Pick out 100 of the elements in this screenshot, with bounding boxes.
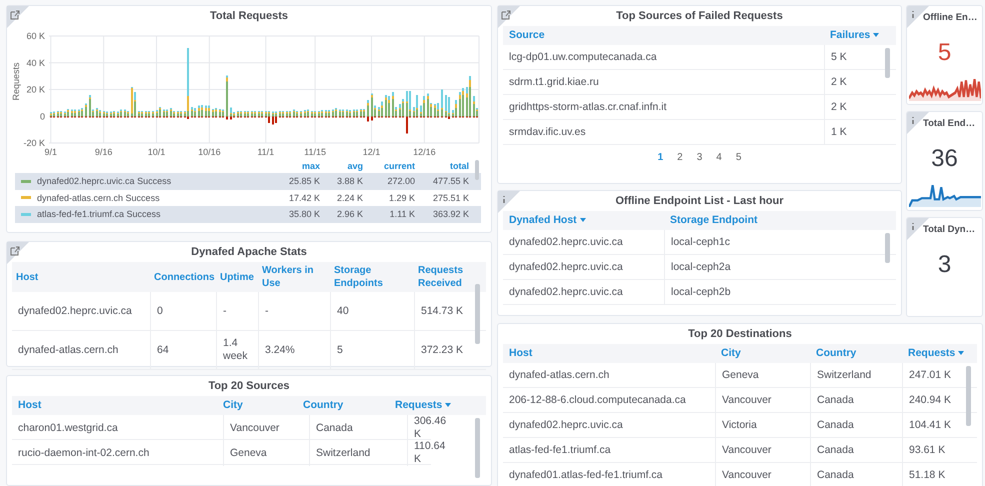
table-cell: 1.4 week: [216, 331, 258, 369]
column-header[interactable]: City: [715, 345, 810, 362]
column-header[interactable]: Source: [503, 27, 824, 44]
axis-tick-label: 10/16: [198, 147, 221, 157]
page-link[interactable]: 5: [732, 151, 746, 164]
sort-caret-icon: [873, 33, 880, 38]
table-cell: local-ceph2b: [664, 280, 882, 304]
stat-value: 36: [931, 145, 958, 173]
table-cell: 104.41 K: [902, 413, 963, 437]
table-cell: Vancouver: [715, 463, 810, 486]
table-cell: Canada: [309, 415, 401, 441]
page-link[interactable]: 1: [654, 151, 668, 164]
external-link-icon[interactable]: [7, 6, 29, 28]
table-cell-text: dynafed01.atlas-fed-fe1.triumf.ca: [508, 468, 664, 482]
table-cell: 64: [150, 331, 216, 369]
column-header[interactable]: Host: [12, 268, 150, 286]
table-cell: Vancouver: [715, 388, 810, 412]
table-cell: -: [216, 292, 258, 330]
scrollbar-thumb[interactable]: [475, 418, 480, 478]
table-cell-text: dynafed02.heprc.uvic.ca: [17, 304, 133, 318]
table-cell-text: rucio-daemon-int-02.cern.ch: [17, 446, 150, 460]
column-header[interactable]: Host: [503, 345, 715, 362]
column-header[interactable]: Country: [297, 397, 389, 414]
table-cell: Canada: [810, 463, 902, 486]
table-cell: 110.64 K: [407, 440, 446, 466]
legend-value: 3.88 K: [336, 176, 363, 186]
scrollbar-thumb[interactable]: [475, 284, 480, 344]
scrollbar-thumb[interactable]: [885, 233, 890, 263]
table-cell-text: dynafed-atlas.cern.ch: [508, 368, 610, 382]
page-link[interactable]: 2: [673, 151, 687, 164]
table-cell: Vancouver: [715, 438, 810, 462]
external-link-icon[interactable]: [7, 242, 29, 264]
table-cell: Vancouver: [223, 415, 303, 441]
table-cell: 2 K: [824, 70, 882, 94]
table-cell: 40: [330, 292, 414, 330]
table-cell: 93.61 K: [902, 438, 963, 462]
legend-value: 477.55 K: [432, 176, 469, 186]
stat-value: 3: [938, 251, 952, 279]
column-header[interactable]: Country: [810, 345, 902, 362]
axis-tick-label: 9/16: [94, 147, 112, 157]
column-header[interactable]: Storage Endpoint: [664, 212, 896, 229]
table-cell: 0: [150, 292, 216, 330]
table-cell-text: dynafed02.heprc.uvic.ca: [508, 418, 624, 432]
legend-value: 25.85 K: [288, 176, 320, 186]
legend-row[interactable]: dynafed02.heprc.uvic.ca Success 25.85 K 3.88 K 272.00 477.55 K: [15, 173, 481, 190]
panel-title: Total Requests: [208, 9, 290, 24]
scrollbar-thumb[interactable]: [475, 160, 479, 180]
legend-value: 275.51 K: [432, 192, 469, 203]
legend-column-header[interactable]: current: [363, 161, 415, 171]
scrollbar-thumb[interactable]: [966, 366, 971, 426]
table-cell: Geneva: [715, 363, 810, 387]
table-cell: Canada: [810, 413, 902, 437]
table-cell: -: [258, 292, 330, 330]
column-header[interactable]: Dynafed Host: [503, 212, 664, 229]
table-cell: Canada: [810, 438, 902, 462]
legend-column-header[interactable]: max: [270, 161, 320, 171]
column-header[interactable]: Storage Endpoints: [330, 262, 414, 292]
table-cell: 240.94 K: [902, 388, 963, 412]
table-cell: Geneva: [223, 440, 303, 466]
table-cell: 51.18 K: [902, 463, 963, 486]
column-header[interactable]: Host: [12, 397, 217, 414]
column-header[interactable]: Failures: [824, 27, 896, 44]
table-cell: Switzerland: [810, 363, 902, 387]
axis-tick-label: -20 K: [23, 138, 45, 148]
table-cell-text: lcg-dp01.uw.computecanada.ca: [508, 50, 658, 64]
scrollbar-thumb[interactable]: [885, 48, 890, 78]
column-header[interactable]: Requests: [902, 345, 977, 362]
series-name: atlas-fed-fe1.triumf.ca Success: [37, 209, 161, 220]
column-header[interactable]: Connections: [150, 268, 216, 286]
table-cell-text: gridhttps-storm-atlas.cr.cnaf.infn.it: [508, 100, 668, 114]
legend-value: 17.42 K: [288, 192, 320, 203]
panel-title: Top Sources of Failed Requests: [615, 9, 784, 24]
legend-value: 2.96 K: [336, 209, 363, 220]
table-cell: 514.73 K: [414, 292, 472, 330]
series-name: dynafed-atlas.cern.ch Success: [37, 192, 160, 203]
column-header[interactable]: Requests Received: [414, 262, 486, 292]
legend-column-header[interactable]: total: [415, 161, 469, 171]
page-link[interactable]: 3: [692, 151, 706, 164]
legend-value: 1.29 K: [388, 192, 415, 203]
table-cell-text: dynafed02.heprc.uvic.ca: [508, 284, 624, 300]
table-cell: 2 K: [824, 95, 882, 119]
table-cell: Victoria: [715, 413, 810, 437]
legend-value: 2.24 K: [336, 192, 363, 203]
series-name: dynafed02.heprc.uvic.ca Success: [37, 176, 172, 186]
table-cell: 372.23 K: [414, 331, 472, 369]
column-header[interactable]: Uptime: [216, 268, 258, 286]
legend-column-header[interactable]: avg: [320, 161, 363, 171]
external-link-icon[interactable]: [498, 6, 520, 28]
legend-row[interactable]: dynafed-atlas.cern.ch Success 17.42 K 2.24 K 1.29 K 275.51 K: [15, 190, 481, 206]
axis-tick-label: 12/16: [413, 147, 436, 157]
panel-title: Top 20 Destinations: [687, 327, 793, 342]
panel-title: Offline Endpoint List - Last hour: [614, 194, 785, 209]
table-cell-text: charon01.westgrid.ca: [17, 420, 119, 436]
column-header[interactable]: Requests: [389, 397, 486, 414]
legend-row[interactable]: atlas-fed-fe1.triumf.ca Success 35.80 K 2.96 K 1.11 K 363.92 K: [15, 206, 481, 222]
page-link[interactable]: 4: [712, 151, 726, 164]
column-header[interactable]: City: [217, 397, 297, 414]
stat-title: Offline En…: [923, 12, 978, 23]
axis-tick-label: 20 K: [26, 84, 45, 94]
column-header[interactable]: Workers in Use: [258, 262, 330, 292]
